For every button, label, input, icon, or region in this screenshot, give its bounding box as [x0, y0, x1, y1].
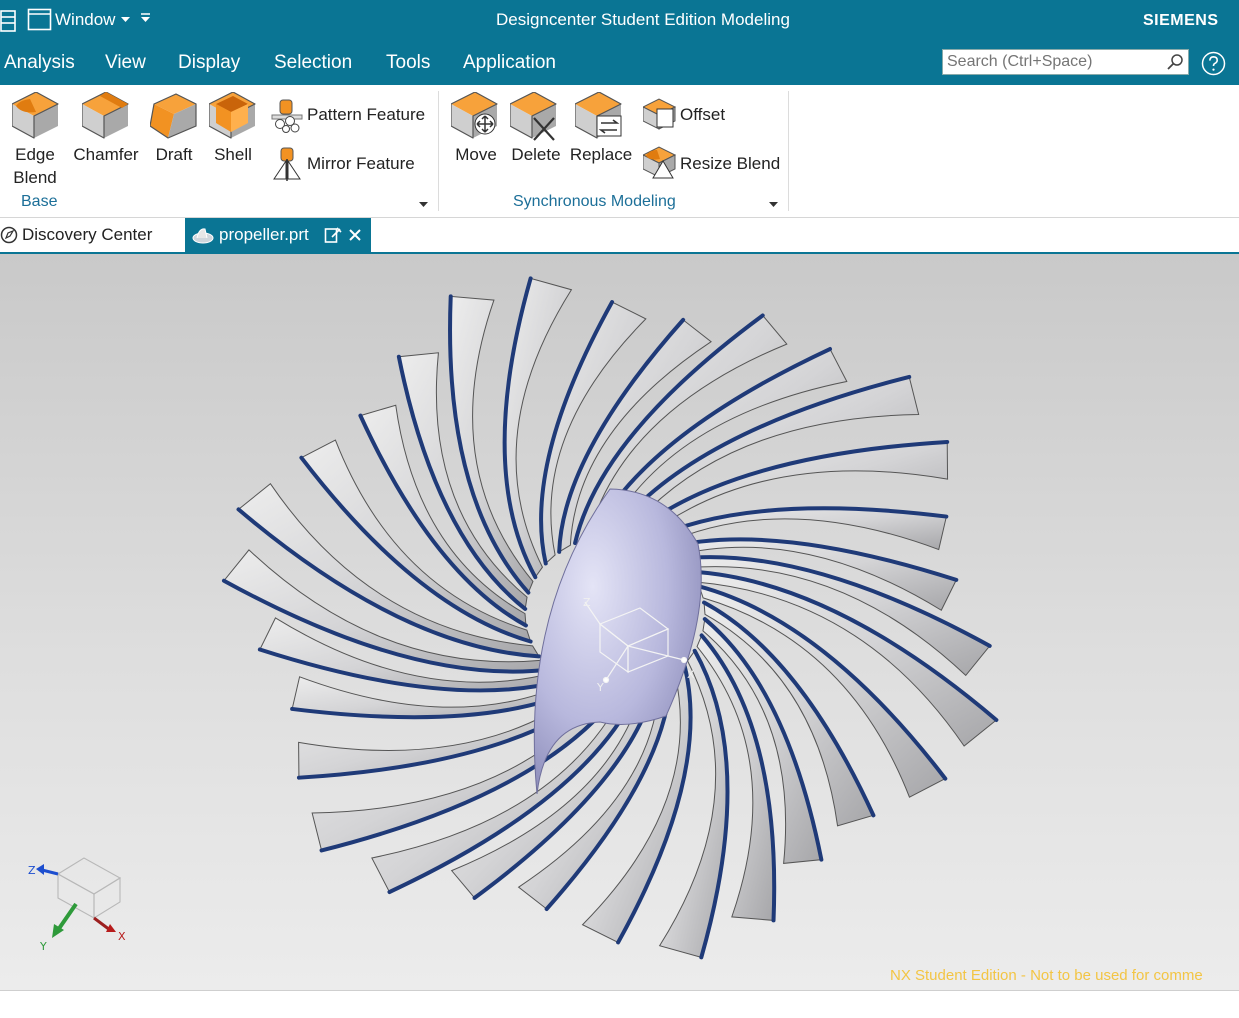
edge-blend-icon[interactable] [12, 92, 60, 140]
window-menu[interactable]: Window [55, 10, 115, 30]
shell-icon[interactable] [209, 92, 257, 140]
tab-discovery-center[interactable]: Discovery Center [0, 218, 184, 252]
edge-blend-label-line2: Blend [13, 168, 57, 187]
chevron-down-icon[interactable] [121, 17, 130, 23]
replace-button[interactable]: Replace [568, 143, 634, 166]
offset-face-icon[interactable] [643, 97, 677, 131]
synchronous-modeling-group-label: Synchronous Modeling [513, 193, 676, 210]
tab-propeller-prt[interactable]: propeller.prt [185, 218, 371, 252]
pattern-feature-icon[interactable] [270, 99, 304, 133]
csys-z-label: Z [583, 596, 591, 609]
base-group-dropdown-icon[interactable] [419, 202, 428, 208]
ribbon: Edge Blend Chamfer Draft Shell Pattern F… [0, 85, 1239, 218]
edge-blend-label-line1: Edge [15, 145, 55, 164]
replace-face-icon[interactable] [575, 92, 625, 142]
help-icon[interactable] [1201, 51, 1226, 76]
menu-application[interactable]: Application [463, 52, 556, 74]
graphics-viewport[interactable]: Z X Y Z Y X NX Student Edition - Not to … [0, 254, 1239, 990]
menu-analysis[interactable]: Analysis [4, 52, 75, 74]
edge-blend-button[interactable]: Edge Blend [5, 143, 65, 189]
csys-x-label: X [687, 668, 695, 681]
tab-label: propeller.prt [219, 225, 309, 244]
modified-edit-icon [324, 227, 342, 243]
chamfer-button[interactable]: Chamfer [70, 143, 142, 166]
document-tab-bar: Discovery Center propeller.prt [0, 218, 1239, 254]
menu-tools[interactable]: Tools [386, 52, 430, 74]
propeller-model[interactable]: Z X Y [0, 254, 1239, 990]
quick-access-dropdown-icon[interactable] [140, 13, 151, 24]
shell-button[interactable]: Shell [205, 143, 261, 166]
title-bar: Window Designcenter Student Edition Mode… [0, 0, 1239, 42]
command-search[interactable] [942, 49, 1189, 75]
discovery-center-icon [0, 226, 18, 244]
base-group-label: Base [21, 193, 58, 210]
status-bar [0, 990, 1239, 1018]
triad-y-label: Y [39, 940, 47, 953]
siemens-logo: SIEMENS [1143, 12, 1219, 29]
student-edition-watermark: NX Student Edition - Not to be used for … [890, 967, 1203, 984]
move-face-icon[interactable] [451, 92, 501, 142]
move-button[interactable]: Move [448, 143, 504, 166]
draft-button[interactable]: Draft [146, 143, 202, 166]
search-input[interactable] [943, 50, 1161, 74]
mirror-feature-button[interactable]: Mirror Feature [307, 152, 415, 175]
pattern-feature-button[interactable]: Pattern Feature [307, 103, 425, 126]
resize-blend-button[interactable]: Resize Blend [680, 152, 780, 175]
menu-view[interactable]: View [105, 52, 146, 74]
window-icon[interactable] [27, 8, 53, 32]
delete-button[interactable]: Delete [505, 143, 567, 166]
search-icon[interactable] [1166, 53, 1184, 71]
view-triad[interactable]: Z Y X [22, 850, 132, 960]
app-menu-icon[interactable] [0, 9, 18, 33]
chamfer-icon[interactable] [82, 92, 130, 140]
group-separator [788, 91, 789, 211]
menu-selection[interactable]: Selection [274, 52, 352, 74]
resize-blend-icon[interactable] [643, 145, 677, 179]
csys-y-label: Y [596, 681, 604, 694]
sync-group-dropdown-icon[interactable] [769, 202, 778, 208]
draft-icon[interactable] [150, 92, 198, 140]
menu-display[interactable]: Display [178, 52, 240, 74]
delete-face-icon[interactable] [510, 92, 560, 142]
group-separator [438, 91, 439, 211]
mirror-feature-icon[interactable] [270, 147, 304, 181]
triad-x-label: X [118, 930, 126, 943]
tab-label: Discovery Center [22, 225, 153, 244]
triad-z-label: Z [28, 864, 36, 877]
close-icon[interactable] [349, 229, 361, 241]
offset-button[interactable]: Offset [680, 103, 725, 126]
window-title: Designcenter Student Edition Modeling [496, 10, 790, 29]
part-file-icon [192, 228, 214, 244]
